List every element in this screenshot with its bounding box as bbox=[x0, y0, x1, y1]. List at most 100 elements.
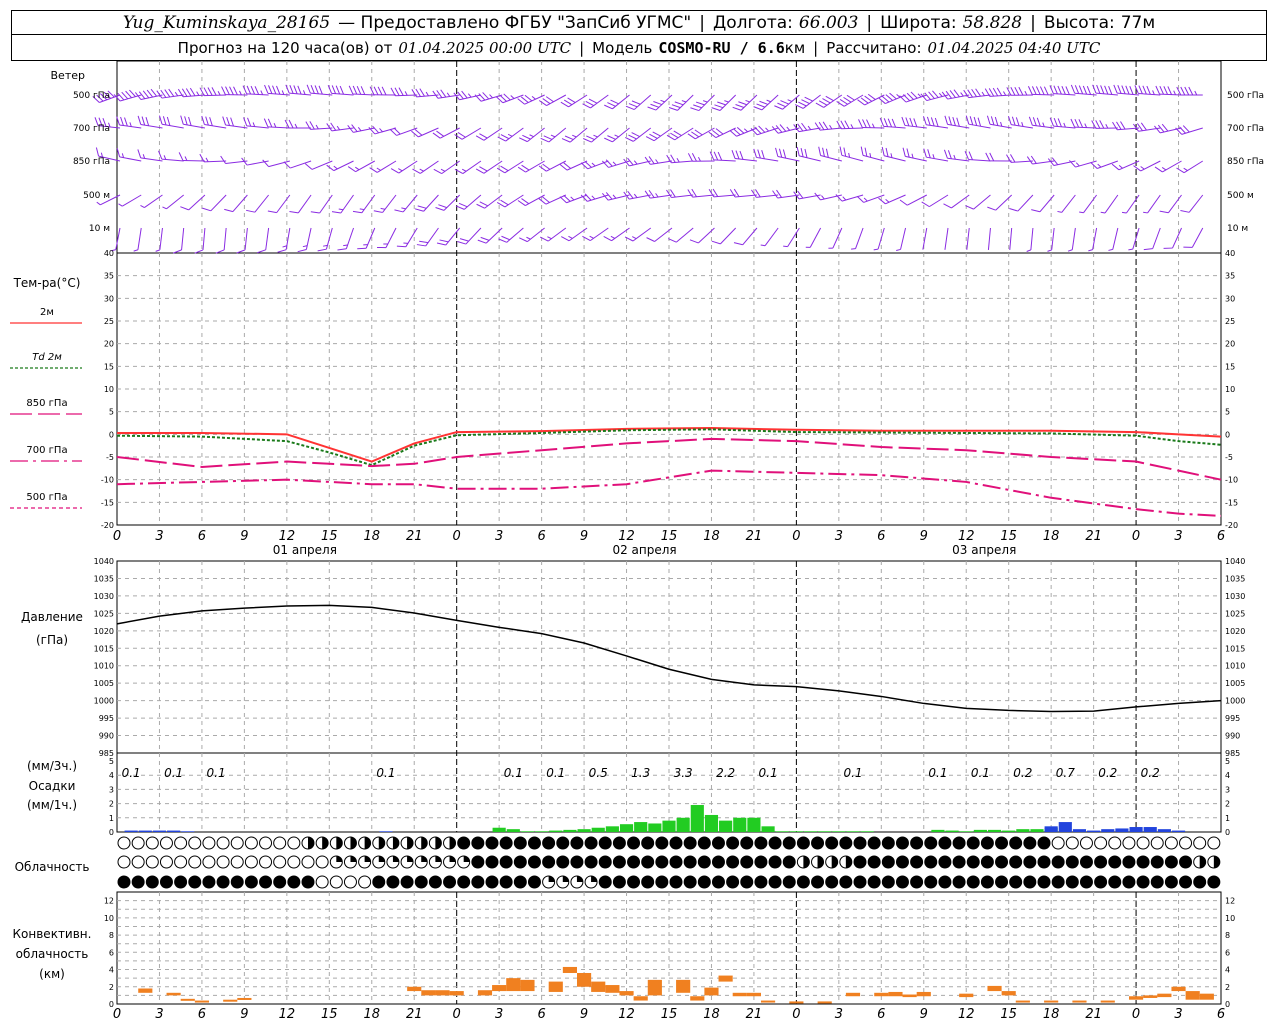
wind-barb-staff bbox=[246, 93, 269, 96]
cloud-cover-symbol bbox=[145, 836, 159, 850]
wind-barb-half bbox=[162, 206, 167, 210]
cloud-cover-symbol bbox=[132, 876, 145, 888]
wind-barb-feather bbox=[1057, 118, 1062, 127]
wind-barb-feather bbox=[415, 88, 421, 97]
wind-barb bbox=[368, 125, 397, 135]
wind-barb-feather bbox=[804, 148, 808, 158]
wind-barb-feather bbox=[818, 146, 822, 156]
cloud-cover-symbol bbox=[174, 876, 187, 888]
wind-barb-half bbox=[184, 156, 188, 161]
wind-barb-staff bbox=[115, 227, 121, 250]
wind-barb-feather bbox=[1129, 86, 1134, 95]
wind-barb-feather bbox=[297, 85, 302, 95]
wind-barb-feather bbox=[800, 147, 804, 157]
temp-ytick-left: 15 bbox=[104, 362, 114, 371]
wind-barb-staff bbox=[405, 227, 418, 248]
wind-barb-staff bbox=[181, 227, 185, 250]
temp-series-line bbox=[116, 437, 1222, 481]
wind-barb-feather bbox=[158, 115, 163, 125]
precip-bar bbox=[506, 829, 520, 832]
wind-barb bbox=[277, 227, 291, 253]
precip-ytick-left: 0 bbox=[109, 828, 114, 837]
cloud-cover-symbol bbox=[429, 876, 442, 888]
cloud-cover-symbol bbox=[259, 855, 273, 869]
precip-bar bbox=[1171, 830, 1186, 832]
conv-unit: (км) bbox=[39, 967, 65, 981]
wind-barb-half bbox=[851, 248, 856, 250]
cloud-cover-symbol bbox=[471, 856, 484, 868]
wind-barb-staff bbox=[244, 227, 248, 250]
wind-barb bbox=[1006, 154, 1033, 163]
precip-bar bbox=[605, 826, 619, 832]
cloud-cover-symbol bbox=[910, 856, 923, 868]
cloud-cover-symbol bbox=[216, 836, 230, 850]
wind-barb-staff bbox=[1071, 227, 1076, 250]
wind-barb-staff bbox=[742, 227, 758, 246]
wind-barb-feather bbox=[337, 248, 347, 251]
wind-barb-feather bbox=[264, 84, 269, 94]
wind-barb bbox=[1047, 157, 1076, 167]
cloud-cover-symbol bbox=[868, 876, 881, 888]
wind-barb bbox=[666, 127, 694, 141]
conv-cloud-bar bbox=[1044, 1000, 1059, 1003]
wind-barb bbox=[454, 127, 482, 140]
wind-barb-staff bbox=[289, 92, 312, 96]
cloud-cover-symbol bbox=[1023, 876, 1036, 888]
wind-barb-feather bbox=[905, 117, 910, 127]
cloud-cover-symbol bbox=[839, 876, 852, 888]
wind-barb-feather bbox=[221, 86, 226, 95]
wind-barb-feather bbox=[158, 150, 163, 160]
wind-barb-feather bbox=[1180, 86, 1186, 96]
wind-barb bbox=[1026, 227, 1034, 252]
conv-ytick-right: 6 bbox=[1225, 948, 1230, 957]
conv-cloud-bar bbox=[1072, 1000, 1087, 1003]
cloud-cover-symbol bbox=[188, 836, 202, 850]
cloud-cover-symbol bbox=[868, 856, 881, 868]
wind-barb-feather bbox=[326, 164, 335, 172]
conv-cloud-bar bbox=[1001, 991, 1016, 996]
precip-bar bbox=[1115, 828, 1129, 832]
cloud-cover-symbol bbox=[471, 876, 484, 888]
cloud-cover-symbol bbox=[585, 837, 598, 849]
wind-barb-staff bbox=[504, 194, 524, 208]
wind-barb-staff bbox=[1053, 93, 1076, 96]
wind-barb-feather bbox=[224, 208, 234, 213]
cloud-cover-symbol bbox=[698, 876, 711, 888]
wind-barb-feather bbox=[188, 116, 192, 126]
cloud-cover-symbol bbox=[740, 876, 753, 888]
temp-ytick-left: 0 bbox=[109, 430, 114, 439]
cloud-cover-symbol bbox=[435, 837, 442, 849]
wind-barb-staff bbox=[319, 194, 333, 214]
cloud-cover-symbol bbox=[953, 876, 966, 888]
cloud-cover-symbol bbox=[358, 875, 372, 889]
temp-ytick-right: 15 bbox=[1225, 362, 1235, 371]
wind-barb-feather bbox=[1065, 86, 1070, 95]
cloud-cover-symbol bbox=[315, 855, 329, 869]
wind-barb bbox=[262, 159, 290, 168]
wind-barb-half bbox=[1194, 90, 1198, 96]
wind-barb bbox=[1031, 194, 1055, 213]
wind-barb-feather bbox=[229, 86, 234, 95]
wind-barb-feather bbox=[1159, 210, 1169, 214]
conv-xtick: 6 bbox=[1217, 1007, 1225, 1022]
conv-xtick: 3 bbox=[155, 1007, 163, 1022]
wind-barb-feather bbox=[883, 118, 889, 127]
wind-barb-feather bbox=[272, 85, 277, 95]
cloud-cover-symbol bbox=[1165, 856, 1178, 868]
precip-3h-label: 0.1 bbox=[759, 766, 778, 780]
wind-barb-half bbox=[1067, 249, 1073, 252]
wind-barb-feather bbox=[733, 188, 740, 197]
wind-barb bbox=[828, 227, 843, 249]
cloud-cover-symbol bbox=[924, 876, 937, 888]
wind-barb-feather bbox=[377, 86, 383, 96]
wind-barb-half bbox=[446, 92, 451, 97]
precip-bar bbox=[152, 830, 167, 832]
conv-cloud-bar bbox=[492, 985, 507, 992]
wind-barb-feather bbox=[887, 118, 893, 128]
temp-legend-label: 850 гПа bbox=[26, 398, 67, 409]
cloud-cover-rows bbox=[117, 836, 1221, 889]
precip-bar bbox=[619, 824, 634, 832]
pressure-ytick-right: 995 bbox=[1225, 714, 1240, 723]
wind-barb bbox=[709, 151, 736, 162]
cloud-cover-symbol bbox=[514, 837, 527, 849]
